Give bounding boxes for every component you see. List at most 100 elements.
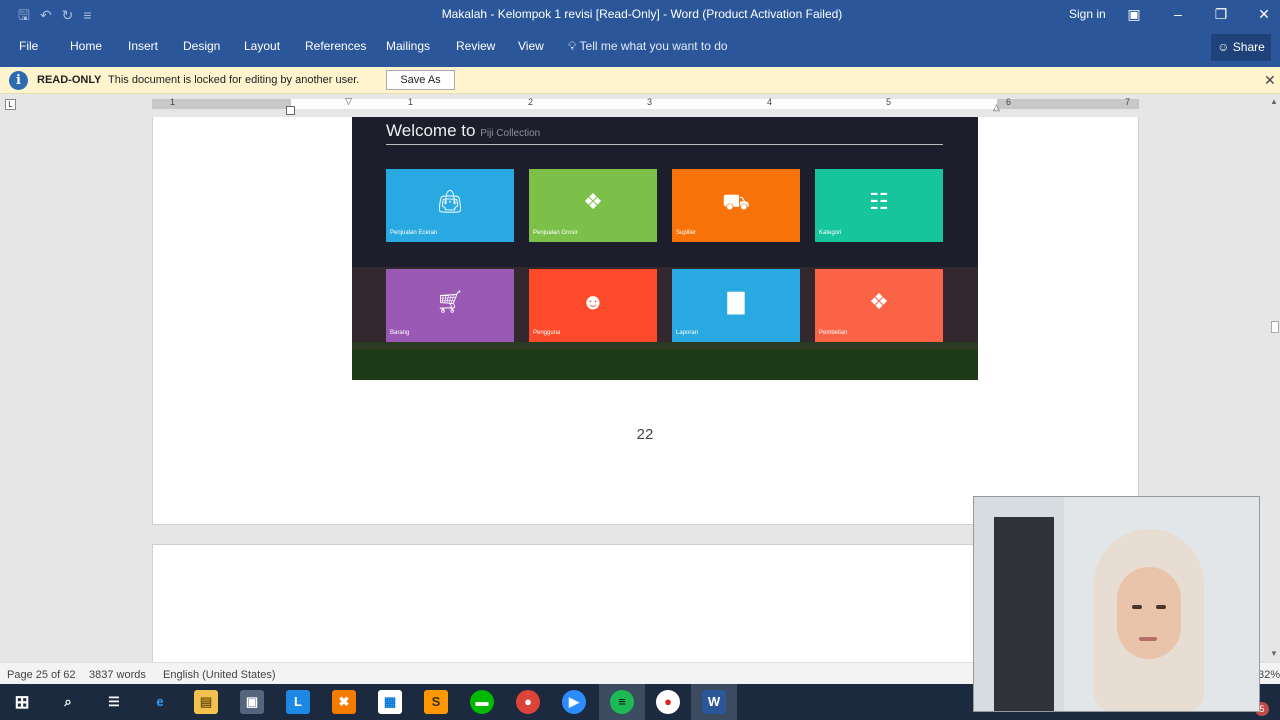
zoom-level[interactable]: 32% (1258, 669, 1280, 681)
tab-file[interactable]: File (19, 39, 38, 53)
read-only-label: READ-ONLY (37, 74, 102, 86)
tile-kategori: ☷ Kategori (815, 169, 943, 242)
right-indent-marker[interactable]: △ (993, 102, 1000, 113)
tile-label: Kategori (819, 230, 842, 236)
left-indent-marker[interactable] (286, 106, 295, 115)
tile-label: Laporan (676, 330, 699, 336)
ruler-number: 4 (767, 97, 773, 107)
ribbon-display-icon[interactable]: ▣ (1122, 4, 1146, 24)
word-count[interactable]: 3837 words (89, 669, 146, 681)
tile-label: Barang (390, 330, 410, 336)
boxes-icon: ❖ (869, 289, 889, 314)
tell-me-text: Tell me what you want to do (579, 39, 728, 53)
read-only-infobar: i READ-ONLY This document is locked for … (0, 67, 1280, 94)
person-icon: ☺ (1217, 40, 1230, 54)
embedded-app-screenshot: Welcome to Piji Collection 👜︎ Penjualan … (352, 117, 978, 380)
tile-label: Supllier (676, 230, 697, 236)
tab-view[interactable]: View (518, 39, 544, 53)
page-number: 22 (636, 426, 654, 443)
language-indicator[interactable]: English (United States) (163, 669, 276, 681)
tile-supplier: ⛟ Supllier (672, 169, 800, 242)
sign-in-link[interactable]: Sign in (1069, 7, 1106, 21)
share-label: Share (1232, 40, 1265, 54)
tab-design[interactable]: Design (183, 39, 220, 53)
vertical-scrollbar[interactable]: ▲ ▼ (1268, 95, 1280, 662)
restore-icon[interactable]: ❐ (1209, 4, 1233, 24)
grass-decoration (352, 350, 978, 380)
tile-label: Penjualan Grosir (533, 230, 578, 236)
brand-text: Piji Collection (480, 128, 541, 139)
chrome-icon[interactable]: ● (516, 690, 540, 714)
tile-laporan: ▇ Laporan (672, 269, 800, 342)
search-icon[interactable]: ⌕ (56, 690, 80, 714)
tab-review[interactable]: Review (456, 39, 495, 53)
scroll-up-icon[interactable]: ▲ (1270, 97, 1278, 106)
tell-me-box[interactable]: 💡︎ Tell me what you want to do (568, 39, 728, 54)
presenter-eye (1132, 605, 1142, 609)
shopping-bag-icon: 👜︎ (436, 189, 464, 214)
ruler-number: 5 (886, 97, 892, 107)
welcome-text: Welcome to (386, 121, 476, 140)
scroll-thumb[interactable] (1271, 321, 1279, 333)
ruler-text-area (291, 99, 997, 109)
close-icon[interactable]: ✕ (1252, 4, 1276, 24)
task-view-icon[interactable]: ☰ (102, 690, 126, 714)
page-count[interactable]: Page 25 of 62 (7, 669, 76, 681)
app-icon[interactable]: ▣ (240, 690, 264, 714)
tile-penjualan-eceran: 👜︎ Penjualan Eceran (386, 169, 514, 242)
record-icon[interactable]: ● (656, 690, 680, 714)
tab-layout[interactable]: Layout (244, 39, 280, 53)
sublime-icon[interactable]: S (424, 690, 448, 714)
truck-icon: ⛟ (722, 189, 750, 214)
tab-mailings[interactable]: Mailings (386, 39, 430, 53)
tab-references[interactable]: References (305, 39, 366, 53)
tile-penjualan-grosir: ❖ Penjualan Grosir (529, 169, 657, 242)
lightbulb-icon: 💡︎ (568, 39, 577, 53)
tile-pembelian: ❖ Pembelian (815, 269, 943, 342)
share-button[interactable]: ☺ Share (1211, 34, 1271, 61)
bar-chart-icon: ▇ (727, 289, 745, 314)
zoom-icon[interactable]: ▶ (562, 690, 586, 714)
tile-label: Penjualan Eceran (390, 230, 438, 236)
file-explorer-icon[interactable]: ▤ (194, 690, 218, 714)
title-bar: 🖫 ↶ ↻ ≡ Makalah - Kelompok 1 revisi [Rea… (0, 0, 1280, 30)
scroll-down-icon[interactable]: ▼ (1270, 649, 1278, 658)
minimize-icon[interactable]: – (1166, 4, 1190, 24)
ruler-number: 6 (1006, 97, 1012, 107)
horizontal-ruler[interactable]: 1 1 2 3 4 5 6 7 (152, 97, 1139, 109)
cart-icon: 🛒︎ (436, 289, 464, 314)
xampp-icon[interactable]: ✖ (332, 690, 356, 714)
ribbon-tabs: File Home Insert Design Layout Reference… (0, 30, 1280, 67)
ruler-number: 1 (408, 97, 414, 107)
presenter-face (1117, 567, 1181, 659)
divider (386, 144, 943, 145)
ruler-number: 3 (647, 97, 653, 107)
spotify-icon[interactable]: ≡ (610, 690, 634, 714)
close-icon[interactable]: ✕ (1264, 72, 1276, 89)
welcome-heading: Welcome to Piji Collection (386, 121, 540, 141)
ruler-number: 1 (170, 97, 176, 107)
tab-home[interactable]: Home (70, 39, 102, 53)
boxes-icon: ❖ (583, 189, 603, 214)
ruler-number: 2 (528, 97, 534, 107)
edge-icon[interactable]: e (148, 690, 172, 714)
tab-selector-icon[interactable]: L (5, 99, 16, 110)
presenter-mouth (1139, 637, 1157, 641)
ruler-area: L 1 1 2 3 4 5 6 7 (0, 95, 1268, 115)
tile-label: Pengguna (533, 330, 561, 336)
l-app-icon[interactable]: L (286, 690, 310, 714)
word-icon[interactable]: W (702, 690, 726, 714)
read-only-message: This document is locked for editing by a… (108, 74, 360, 86)
tile-label: Pembelian (819, 330, 848, 336)
users-icon: ☻ (581, 289, 605, 314)
webcam-overlay (973, 496, 1260, 712)
start-icon[interactable]: ⊞ (10, 690, 34, 714)
first-line-indent-marker[interactable]: ▽ (345, 96, 352, 107)
store-icon[interactable]: ▦ (378, 690, 402, 714)
tile-pengguna: ☻ Pengguna (529, 269, 657, 342)
line-icon[interactable]: ▬ (470, 690, 494, 714)
presenter-eye (1156, 605, 1166, 609)
ruler-number: 7 (1125, 97, 1131, 107)
save-as-button[interactable]: Save As (386, 70, 455, 90)
tab-insert[interactable]: Insert (128, 39, 158, 53)
